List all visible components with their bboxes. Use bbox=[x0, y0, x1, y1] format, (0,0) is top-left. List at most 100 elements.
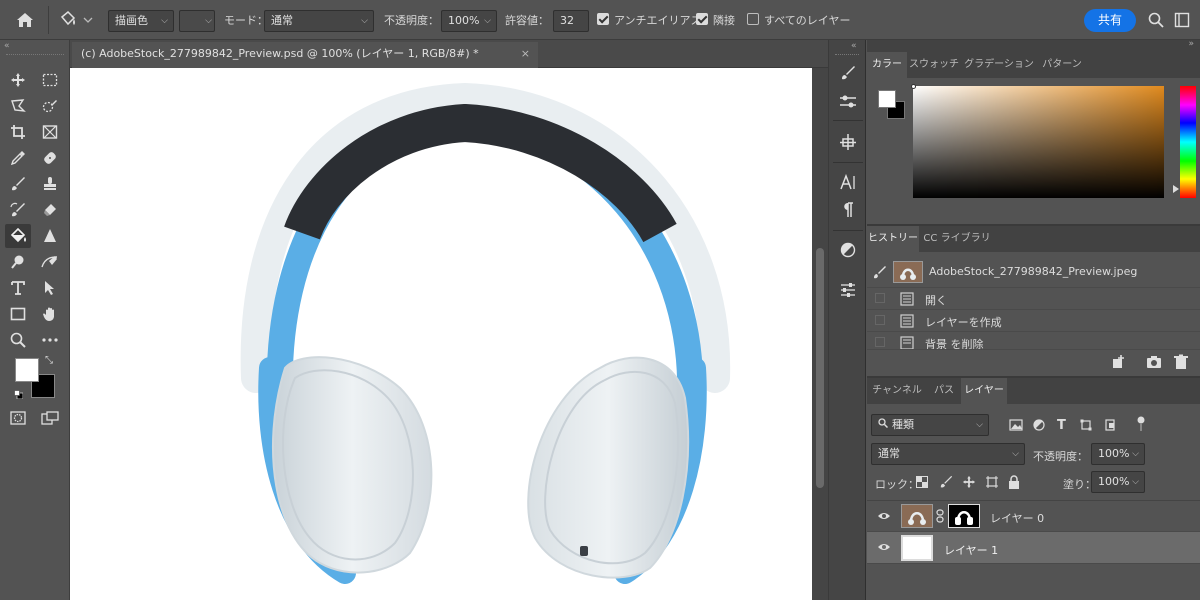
zoom-tool-icon[interactable] bbox=[5, 328, 31, 352]
shape-filter-icon[interactable] bbox=[1080, 419, 1092, 431]
healing-brush-tool-icon[interactable] bbox=[37, 146, 63, 170]
rectangle-tool-icon[interactable] bbox=[5, 302, 31, 326]
tab-cc-libraries[interactable]: CC ライブラリ bbox=[919, 226, 995, 252]
clone-stamp-tool-icon[interactable] bbox=[37, 172, 63, 196]
crop-tool-icon[interactable] bbox=[5, 120, 31, 144]
marquee-tool-icon[interactable] bbox=[37, 68, 63, 92]
collapse-chevrons-icon[interactable]: « bbox=[4, 41, 10, 51]
move-tool-icon[interactable] bbox=[5, 68, 31, 92]
blend-mode-select[interactable]: 通常 ⌵ bbox=[871, 443, 1025, 465]
toolbar-grip[interactable] bbox=[6, 54, 64, 56]
layer-row-selected[interactable]: レイヤー 1 bbox=[867, 532, 1200, 564]
brush-tool-icon[interactable] bbox=[5, 172, 31, 196]
layer-row[interactable]: レイヤー 0 bbox=[867, 500, 1200, 532]
default-colors-icon[interactable] bbox=[14, 390, 23, 399]
layer-filter-select[interactable]: 種類 ⌵ bbox=[871, 414, 989, 436]
tab-history[interactable]: ヒストリー bbox=[867, 226, 919, 252]
clone-source-icon[interactable] bbox=[836, 130, 860, 154]
document-tab[interactable]: (c) AdobeStock_277989842_Preview.psd @ 1… bbox=[72, 42, 538, 68]
fill-input[interactable]: 100% ⌵ bbox=[1091, 471, 1145, 493]
hand-tool-icon[interactable] bbox=[37, 302, 63, 326]
character-icon[interactable] bbox=[836, 170, 860, 194]
dodge-tool-icon[interactable] bbox=[5, 250, 31, 274]
adjustments-icon[interactable] bbox=[836, 238, 860, 262]
visibility-eye-icon[interactable] bbox=[877, 511, 891, 521]
trash-icon[interactable] bbox=[1173, 354, 1189, 370]
visibility-eye-icon[interactable] bbox=[877, 542, 891, 552]
swap-colors-icon[interactable]: ⤡ bbox=[45, 355, 53, 366]
home-icon[interactable] bbox=[12, 8, 38, 32]
adjustment-filter-icon[interactable] bbox=[1033, 419, 1045, 431]
smart-object-filter-icon[interactable] bbox=[1104, 419, 1116, 431]
collapse-chevrons-icon[interactable]: « bbox=[851, 41, 857, 51]
tab-paths[interactable]: パス bbox=[927, 378, 961, 404]
history-step-checkbox[interactable] bbox=[875, 315, 885, 325]
history-brush-source-icon[interactable] bbox=[873, 265, 887, 279]
path-selection-tool-icon[interactable] bbox=[37, 276, 63, 300]
lock-all-icon[interactable] bbox=[1008, 475, 1020, 489]
canvas-vertical-scrollbar[interactable] bbox=[812, 68, 828, 600]
all-layers-checkbox[interactable] bbox=[747, 13, 759, 25]
scrollbar-thumb[interactable] bbox=[816, 248, 824, 488]
tab-swatches[interactable]: スウォッチ bbox=[907, 52, 961, 78]
layer-name[interactable]: レイヤー 0 bbox=[990, 510, 1044, 526]
camera-icon[interactable] bbox=[1146, 354, 1162, 370]
paint-bucket-preset-icon[interactable] bbox=[56, 8, 96, 32]
type-filter-icon[interactable]: T bbox=[1057, 418, 1066, 433]
new-document-from-state-icon[interactable] bbox=[1111, 354, 1127, 370]
history-brush-tool-icon[interactable] bbox=[5, 198, 31, 222]
contiguous-checkbox[interactable] bbox=[696, 13, 708, 25]
foreground-color-chip[interactable] bbox=[878, 90, 896, 108]
paint-bucket-tool-icon[interactable] bbox=[5, 224, 31, 248]
type-tool-icon[interactable] bbox=[5, 276, 31, 300]
history-step-checkbox[interactable] bbox=[875, 293, 885, 303]
layer-opacity-input[interactable]: 100% ⌵ bbox=[1091, 443, 1145, 465]
hue-slider-handle[interactable] bbox=[1173, 185, 1179, 193]
collapse-chevrons-icon[interactable]: » bbox=[1188, 39, 1194, 49]
antialias-checkbox[interactable] bbox=[597, 13, 609, 25]
layer-mask-thumbnail[interactable] bbox=[948, 504, 980, 528]
tab-patterns[interactable]: パターン bbox=[1037, 52, 1087, 78]
close-icon[interactable]: × bbox=[521, 42, 530, 66]
history-step[interactable]: レイヤーを作成 bbox=[867, 310, 1200, 332]
tab-gradients[interactable]: グラデーション bbox=[961, 52, 1037, 78]
tab-layers[interactable]: レイヤー bbox=[961, 378, 1007, 404]
filter-toggle-icon[interactable] bbox=[1137, 416, 1145, 432]
lasso-tool-icon[interactable] bbox=[5, 94, 31, 118]
blur-tool-icon[interactable] bbox=[37, 224, 63, 248]
lock-pixels-icon[interactable] bbox=[939, 475, 953, 489]
mode-select[interactable]: 通常 ⌵ bbox=[264, 10, 374, 32]
color-field-picker[interactable] bbox=[911, 84, 916, 89]
lock-transparent-icon[interactable] bbox=[916, 476, 928, 488]
workspace-icon[interactable] bbox=[1172, 10, 1192, 30]
tolerance-input[interactable]: 32 bbox=[553, 10, 589, 32]
hue-slider[interactable] bbox=[1180, 86, 1196, 198]
eraser-tool-icon[interactable] bbox=[37, 198, 63, 222]
eyedropper-tool-icon[interactable] bbox=[5, 146, 31, 170]
layer-name[interactable]: レイヤー 1 bbox=[944, 542, 998, 558]
brush-presets-icon[interactable] bbox=[836, 89, 860, 113]
brush-settings-icon[interactable] bbox=[836, 61, 860, 85]
lock-artboard-icon[interactable] bbox=[985, 475, 999, 489]
quick-select-tool-icon[interactable] bbox=[37, 94, 63, 118]
foreground-color-swatch[interactable] bbox=[15, 358, 39, 382]
more-tools-icon[interactable] bbox=[37, 328, 63, 352]
pattern-picker[interactable]: ⌵ bbox=[179, 10, 215, 32]
fill-source-select[interactable]: 描画色 ⌵ bbox=[108, 10, 174, 32]
paragraph-icon[interactable] bbox=[836, 198, 860, 222]
opacity-input[interactable]: 100% ⌵ bbox=[441, 10, 497, 32]
history-step-checkbox[interactable] bbox=[875, 337, 885, 347]
tab-channels[interactable]: チャンネル bbox=[867, 378, 927, 404]
screen-mode-icon[interactable] bbox=[37, 406, 63, 430]
pixel-filter-icon[interactable] bbox=[1009, 419, 1023, 431]
strip-grip[interactable] bbox=[835, 54, 859, 55]
history-step[interactable]: 背景 を削除 bbox=[867, 332, 1200, 350]
properties-icon[interactable] bbox=[836, 278, 860, 302]
quick-mask-icon[interactable] bbox=[5, 406, 31, 430]
pen-tool-icon[interactable] bbox=[37, 250, 63, 274]
canvas[interactable] bbox=[70, 68, 812, 600]
history-snapshot[interactable]: AdobeStock_277989842_Preview.jpeg bbox=[867, 258, 1200, 288]
history-step[interactable]: 開く bbox=[867, 288, 1200, 310]
mask-link-icon[interactable] bbox=[936, 509, 944, 523]
lock-position-icon[interactable] bbox=[962, 475, 976, 489]
